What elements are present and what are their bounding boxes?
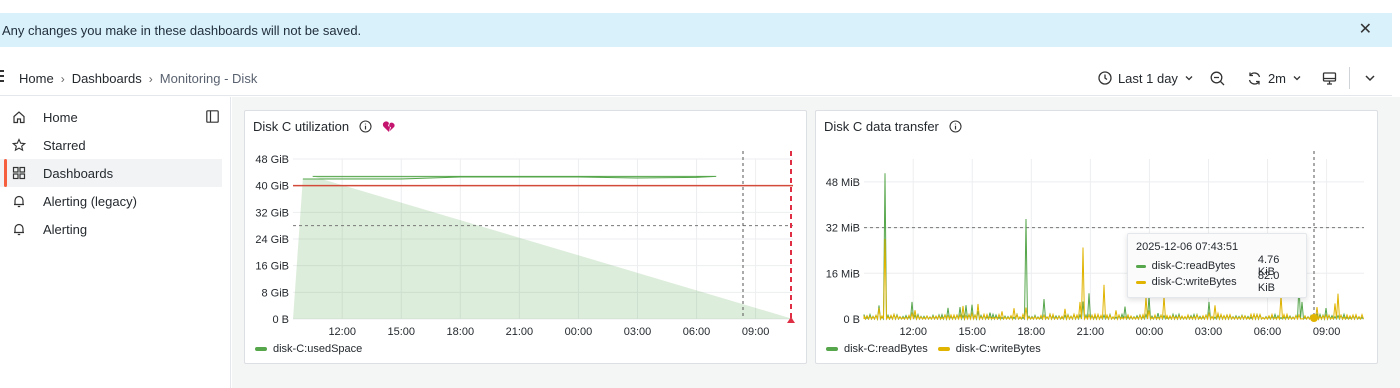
- x-tick-label: 03:00: [1195, 326, 1223, 338]
- y-tick-label: 8 GiB: [261, 287, 289, 299]
- tooltip-row: disk-C:writeBytes 82.0 KiB: [1136, 270, 1298, 294]
- chevron-down-icon: [1293, 76, 1301, 81]
- legend-swatch: [937, 347, 950, 351]
- sidebar-item-alerting-legacy[interactable]: Alerting (legacy): [0, 187, 230, 215]
- series-area-used-space: [293, 176, 793, 319]
- breadcrumb-home[interactable]: Home: [19, 71, 54, 86]
- dashboard-main: Disk C utilization 0 B8 GiB 16 GiB 24 GiB 3…: [232, 97, 1400, 388]
- x-tick-label: 12:00: [899, 326, 927, 338]
- info-banner: Any changes you make in these dashboards…: [0, 13, 1392, 47]
- x-tick-label: 21:00: [506, 326, 534, 338]
- y-tick-label: 48 GiB: [255, 154, 289, 166]
- x-tick-label: 06:00: [1254, 326, 1282, 338]
- x-tick-label: 15:00: [959, 326, 987, 338]
- sidebar-item-home[interactable]: Home: [0, 103, 230, 131]
- tooltip-series-name: disk-C:readBytes: [1151, 260, 1236, 272]
- legend-item[interactable]: disk-C:readBytes: [826, 343, 928, 355]
- menu-icon[interactable]: [0, 70, 4, 84]
- collapse-toolbar-button[interactable]: [1364, 72, 1376, 84]
- sidebar: Home Starred Dashboards Alerting (legacy…: [0, 97, 231, 388]
- breadcrumb: Home › Dashboards › Monitoring - Disk: [19, 71, 257, 86]
- bell-icon: [12, 222, 26, 236]
- zoom-out-icon: [1210, 71, 1225, 85]
- home-icon: [12, 110, 26, 124]
- tooltip-value: 82.0 KiB: [1257, 270, 1280, 294]
- sidebar-item-label: Alerting: [43, 221, 88, 237]
- refresh-interval[interactable]: 2m: [1268, 71, 1286, 86]
- breadcrumb-current: Monitoring - Disk: [159, 71, 258, 86]
- y-tick-label: 0 B: [843, 314, 860, 326]
- x-tick-label: 00:00: [1136, 326, 1164, 338]
- x-tick-label: 00:00: [565, 326, 593, 338]
- x-tick-label: 09:00: [1313, 326, 1341, 338]
- x-tick-label: 18:00: [1018, 326, 1046, 338]
- legend-label: disk-C:writeBytes: [955, 343, 1041, 355]
- x-tick-label: 03:00: [624, 326, 652, 338]
- panel-disk-utilization: Disk C utilization 0 B8 GiB 16 GiB 24 GiB 3…: [244, 110, 807, 364]
- bell-icon: [12, 194, 26, 208]
- monitor-icon: [1322, 71, 1337, 85]
- legend-item[interactable]: disk-C:usedSpace: [255, 343, 362, 355]
- tv-mode-button[interactable]: [1322, 71, 1337, 86]
- y-tick-label: 32 GiB: [255, 207, 289, 219]
- panel-data-transfer: Disk C data transfer 0 B 16 MiB 32 MiB 48 M…: [815, 110, 1378, 364]
- sidebar-item-label: Alerting (legacy): [43, 193, 137, 209]
- tooltip-time: 2025-12-06 07:43:51: [1136, 241, 1239, 253]
- refresh-icon: [1248, 71, 1261, 85]
- chart-tooltip: 2025-12-06 07:43:51 disk-C:readBytes 4.7…: [1127, 233, 1307, 298]
- dock-menu-icon[interactable]: [206, 110, 219, 123]
- y-tick-label: 16 MiB: [826, 268, 860, 280]
- breadcrumb-dashboards[interactable]: Dashboards: [72, 71, 142, 86]
- y-tick-label: 16 GiB: [255, 261, 289, 273]
- sidebar-item-alerting[interactable]: Alerting: [0, 215, 230, 243]
- toolbar-divider: [1349, 67, 1350, 89]
- x-tick-label: 15:00: [388, 326, 416, 338]
- time-range-label: Last 1 day: [1117, 70, 1178, 86]
- y-tick-label: 24 GiB: [255, 234, 289, 246]
- tooltip-swatch: [1136, 280, 1146, 284]
- legend: disk-C:usedSpace: [255, 343, 362, 355]
- star-icon: [12, 138, 26, 152]
- sidebar-item-dashboards[interactable]: Dashboards: [0, 159, 222, 187]
- chevron-right-icon: ›: [60, 71, 65, 86]
- refresh-button[interactable]: 2m: [1247, 71, 1302, 86]
- banner-text: Any changes you make in these dashboards…: [2, 22, 362, 38]
- top-bar: Home › Dashboards › Monitoring - Disk La…: [0, 60, 1392, 96]
- legend-item[interactable]: disk-C:writeBytes: [937, 343, 1041, 355]
- x-tick-label: 06:00: [683, 326, 711, 338]
- hover-point: [1310, 314, 1318, 322]
- legend-swatch: [255, 347, 267, 351]
- legend: disk-C:readBytes disk-C:writeBytes: [826, 343, 1041, 355]
- y-tick-label: 40 GiB: [255, 181, 289, 193]
- sidebar-item-label: Starred: [43, 137, 86, 153]
- sidebar-item-starred[interactable]: Starred: [0, 131, 230, 159]
- legend-swatch: [826, 347, 838, 351]
- chevron-down-icon: [1365, 75, 1375, 82]
- x-tick-label: 21:00: [1077, 326, 1105, 338]
- legend-label: disk-C:usedSpace: [273, 343, 363, 355]
- close-icon[interactable]: ✕: [1359, 22, 1372, 38]
- sidebar-item-label: Home: [43, 109, 78, 125]
- y-tick-label: 0 B: [272, 314, 289, 326]
- x-tick-label: 09:00: [742, 326, 770, 338]
- toolbar: Last 1 day 2m: [1098, 60, 1392, 96]
- tooltip-series-name: disk-C:writeBytes: [1151, 276, 1237, 288]
- chevron-right-icon: ›: [148, 71, 153, 86]
- x-tick-label: 12:00: [328, 326, 356, 338]
- y-tick-label: 48 MiB: [826, 177, 860, 189]
- zoom-out-button[interactable]: [1210, 71, 1225, 86]
- legend-label: disk-C:readBytes: [844, 343, 928, 355]
- x-tick-label: 18:00: [447, 326, 475, 338]
- y-tick-label: 32 MiB: [826, 223, 860, 235]
- clock-icon: [1098, 71, 1112, 85]
- time-range-picker[interactable]: Last 1 day: [1098, 71, 1194, 86]
- sidebar-item-label: Dashboards: [43, 165, 114, 181]
- chart-disk-utilization[interactable]: 0 B 8 GiB 16 GiB 24 GiB 32 GiB 40 GiB 48 GiB 12…: [245, 111, 808, 365]
- tooltip-swatch: [1136, 264, 1146, 268]
- chevron-down-icon: [1185, 76, 1193, 81]
- dashboards-icon: [12, 166, 26, 180]
